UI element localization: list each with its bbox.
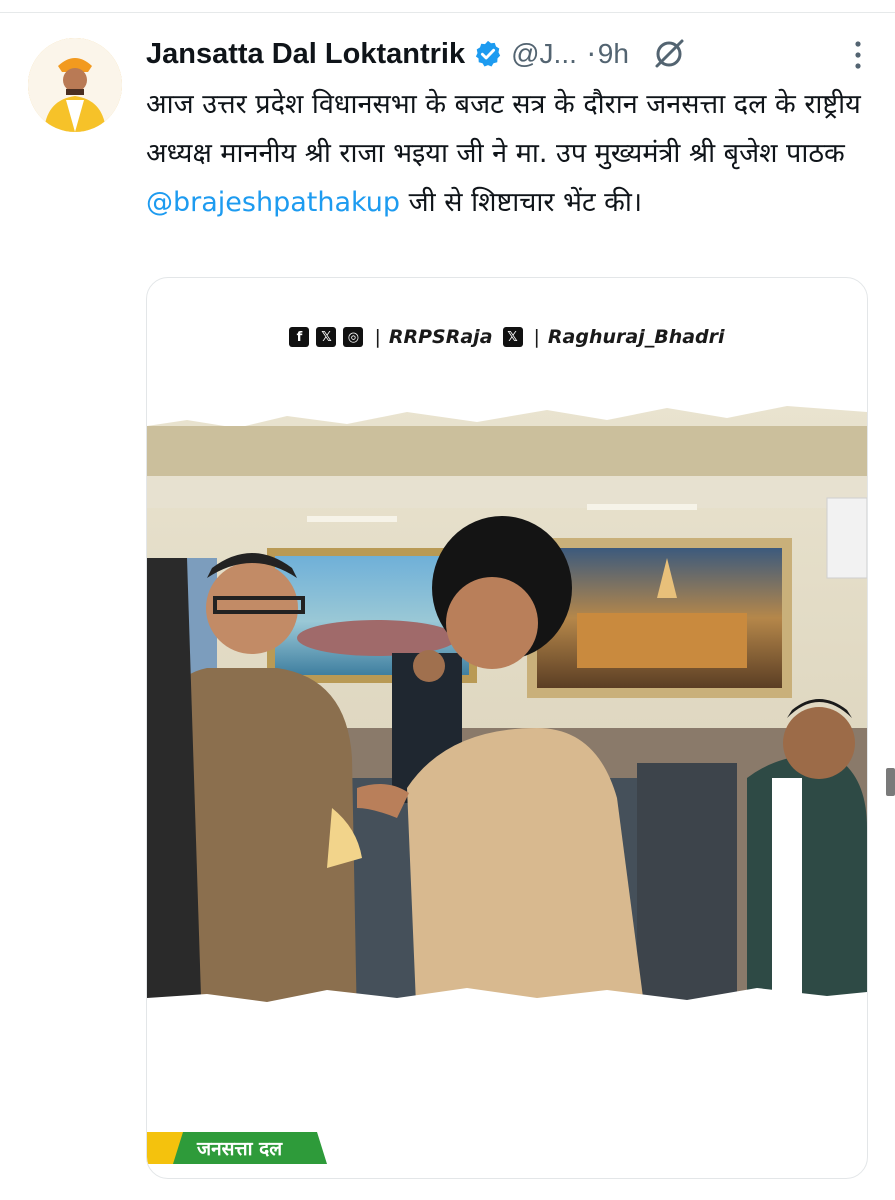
social-separator: | [374,326,381,348]
tweet-header: Jansatta Dal Loktantrik @J... · 9h [146,34,865,74]
tweet-text: आज उत्तर प्रदेश विधानसभा के बजट सत्र के … [146,80,866,227]
verified-badge-icon [475,40,501,67]
x-logo-icon: 𝕏 [316,327,337,347]
photo-image [147,406,867,1028]
tweet-text-body: आज उत्तर प्रदेश विधानसभा के बजट सत्र के … [146,89,861,169]
handle[interactable]: @J... [511,38,577,70]
social-handles-bar: f 𝕏 ◎ | RRPSRaja 𝕏 | Raghuraj_Bhadri [147,326,867,348]
x-logo-icon-2: 𝕏 [502,327,523,347]
top-divider [0,12,895,13]
scrollbar-handle[interactable] [886,768,895,796]
social-separator-2: | [533,326,540,348]
tweet-text-tail: जी से शिष्टाचार भेंट की। [400,187,643,218]
photo[interactable] [147,398,867,1028]
timestamp[interactable]: 9h [598,38,629,70]
grok-icon[interactable] [651,36,687,72]
brand-label: जनसत्ता दल [197,1138,283,1160]
social-handle-primary: RRPSRaja [388,326,493,348]
separator-dot: · [586,37,596,71]
display-name[interactable]: Jansatta Dal Loktantrik [146,38,465,71]
instagram-icon: ◎ [343,327,364,347]
mention-link[interactable]: @brajeshpathakup [146,187,400,218]
social-handle-secondary: Raghuraj_Bhadri [547,326,725,348]
media-card[interactable]: f 𝕏 ◎ | RRPSRaja 𝕏 | Raghuraj_Bhadri जनस… [146,277,868,1179]
avatar[interactable] [28,38,122,132]
facebook-icon: f [289,327,310,347]
brand-ribbon: जनसत्ता दल [147,1132,327,1164]
avatar-image [28,38,122,132]
more-options-icon[interactable] [851,40,865,70]
